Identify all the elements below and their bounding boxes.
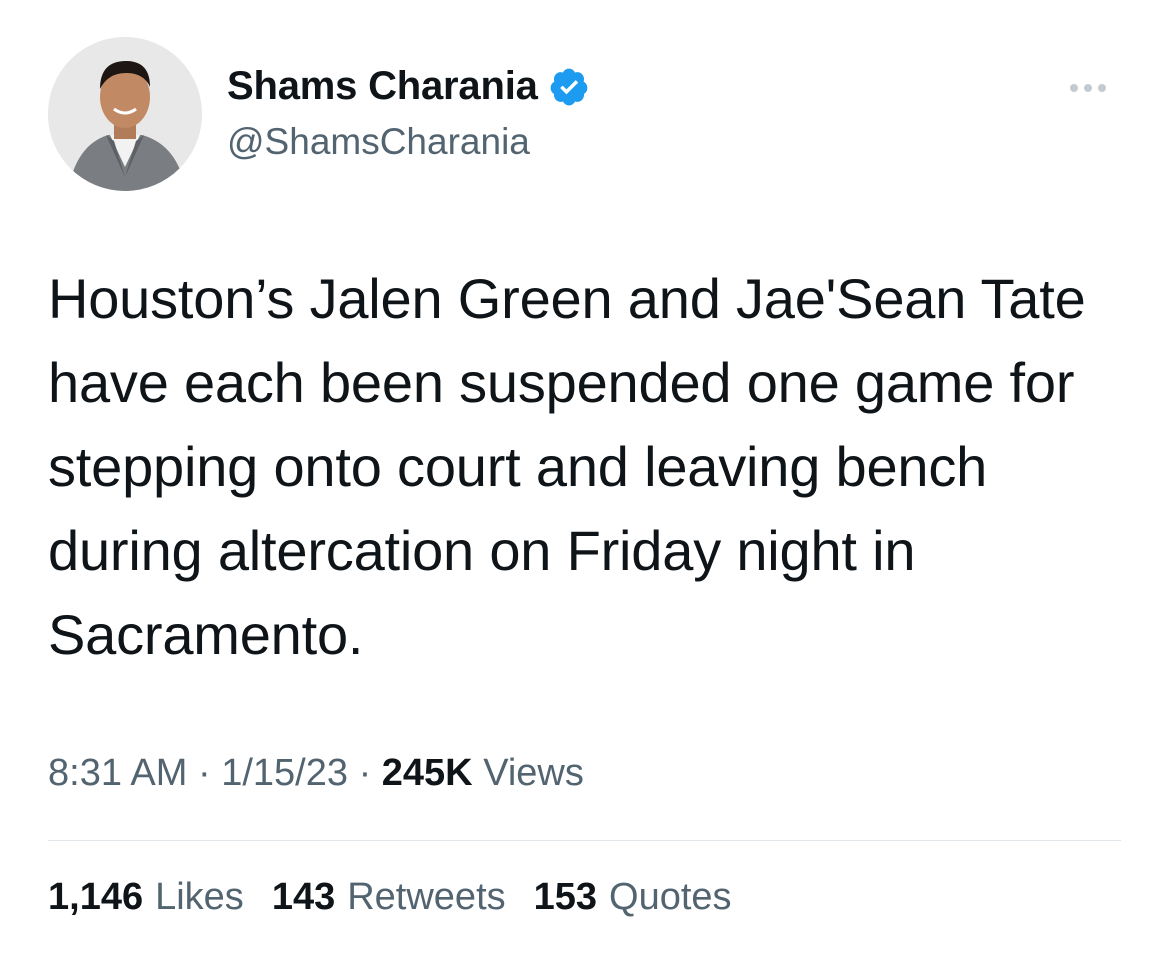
author-handle[interactable]: @ShamsCharania xyxy=(227,121,530,163)
likes-stat[interactable]: 1,146 Likes xyxy=(48,876,244,919)
likes-label: Likes xyxy=(155,876,244,918)
quotes-stat[interactable]: 153 Quotes xyxy=(534,876,732,919)
likes-count: 1,146 xyxy=(48,876,144,918)
more-icon[interactable] xyxy=(1070,76,1120,100)
more-dot xyxy=(1070,84,1078,92)
retweets-label: Retweets xyxy=(347,876,506,918)
retweets-count: 143 xyxy=(271,876,336,918)
tweet-meta: 8:31 AM · 1/15/23 · 245K Views xyxy=(48,752,584,795)
quotes-label: Quotes xyxy=(609,876,732,918)
tweet-text: Houston’s Jalen Green and Jae'Sean Tate … xyxy=(48,267,1086,666)
more-dot xyxy=(1084,84,1092,92)
author-display-name[interactable]: Shams Charania xyxy=(227,64,538,109)
meta-separator: · xyxy=(197,752,211,794)
retweets-stat[interactable]: 143 Retweets xyxy=(272,876,506,919)
quotes-count: 153 xyxy=(533,876,598,918)
author-name-row[interactable]: Shams Charania xyxy=(227,64,590,109)
divider xyxy=(48,840,1121,841)
verified-badge-icon xyxy=(550,68,588,105)
tweet-time[interactable]: 8:31 AM xyxy=(48,752,187,794)
engagement-stats: 1,146 Likes 143 Retweets 153 Quotes xyxy=(48,876,732,919)
tweet-date[interactable]: 1/15/23 xyxy=(221,752,348,794)
views-label: Views xyxy=(483,752,584,794)
avatar-image xyxy=(48,37,202,191)
avatar[interactable] xyxy=(48,37,202,191)
more-dot xyxy=(1098,84,1106,92)
meta-separator: · xyxy=(358,752,372,794)
views-count: 245K xyxy=(381,752,473,794)
